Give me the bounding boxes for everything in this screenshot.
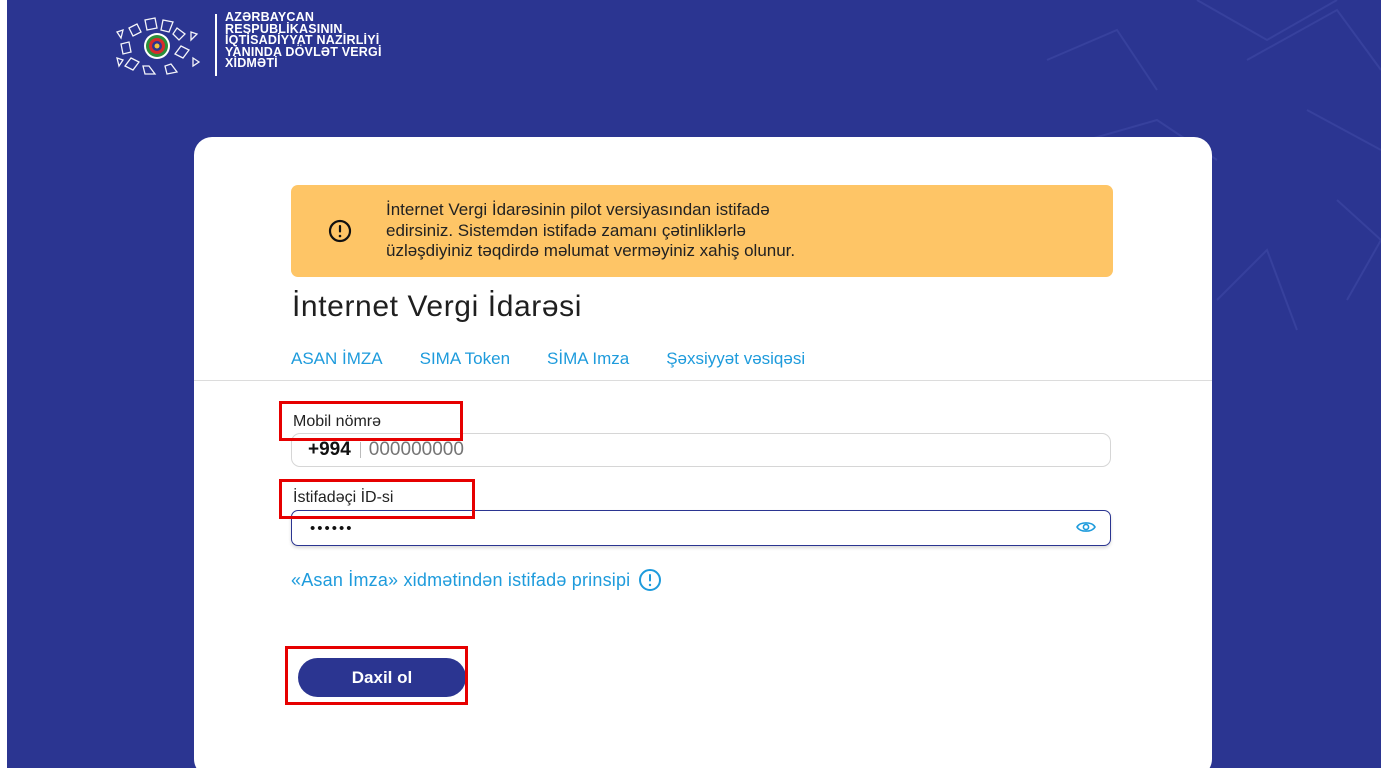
alert-line: edirsiniz. Sistemdən istifadə zamanı çət… [386, 220, 746, 240]
phone-input[interactable] [368, 439, 1049, 461]
alert-line: üzləşdiyiniz təqdirdə məlumat verməyiniz… [386, 241, 796, 261]
phone-label: Mobil nömrə [293, 413, 382, 430]
page-background: AZƏRBAYCAN RESPUBLİKASININ İQTİSADİYYAT … [7, 0, 1381, 768]
asan-imza-info-link[interactable]: «Asan İmza» xidmətindən istifadə prinsip… [291, 568, 662, 592]
alert-message: İnternet Vergi İdarəsinin pilot versiyas… [386, 200, 795, 262]
azerbaijan-emblem-icon[interactable] [107, 10, 207, 82]
prefix-separator [359, 442, 361, 458]
alert-line: İnternet Vergi İdarəsinin pilot versiyas… [386, 200, 770, 220]
user-id-input[interactable] [308, 518, 1052, 538]
exclamation-circle-icon [328, 219, 352, 243]
pilot-version-alert: İnternet Vergi İdarəsinin pilot versiyas… [291, 185, 1113, 277]
site-header: AZƏRBAYCAN RESPUBLİKASININ İQTİSADİYYAT … [107, 10, 382, 82]
user-id-label: İstifadəçi İD-si [293, 489, 394, 506]
info-link-text: «Asan İmza» xidmətindən istifadə prinsip… [291, 569, 631, 590]
login-card: İnternet Vergi İdarəsinin pilot versiyas… [194, 137, 1212, 768]
header-divider [215, 14, 217, 76]
info-circle-icon [639, 569, 662, 591]
phone-field[interactable]: +994 [291, 433, 1111, 467]
user-id-field[interactable] [291, 510, 1111, 546]
tab-sima-token[interactable]: SIMA Token [420, 349, 510, 369]
login-button[interactable]: Daxil ol [298, 658, 466, 697]
org-line: XİDMƏTİ [225, 56, 278, 70]
organization-name: AZƏRBAYCAN RESPUBLİKASININ İQTİSADİYYAT … [225, 10, 382, 70]
tabs-divider [194, 380, 1212, 381]
tab-asan-imza[interactable]: ASAN İMZA [291, 349, 383, 369]
page-title: İnternet Vergi İdarəsi [292, 290, 583, 323]
phone-prefix: +994 [308, 439, 351, 460]
tab-id-card[interactable]: Şəxsiyyət vəsiqəsi [666, 349, 805, 369]
tab-sima-imza[interactable]: SİMA Imza [547, 349, 629, 369]
eye-icon[interactable] [1076, 520, 1096, 534]
login-method-tabs: ASAN İMZA SIMA Token SİMA Imza Şəxsiyyət… [291, 349, 842, 369]
